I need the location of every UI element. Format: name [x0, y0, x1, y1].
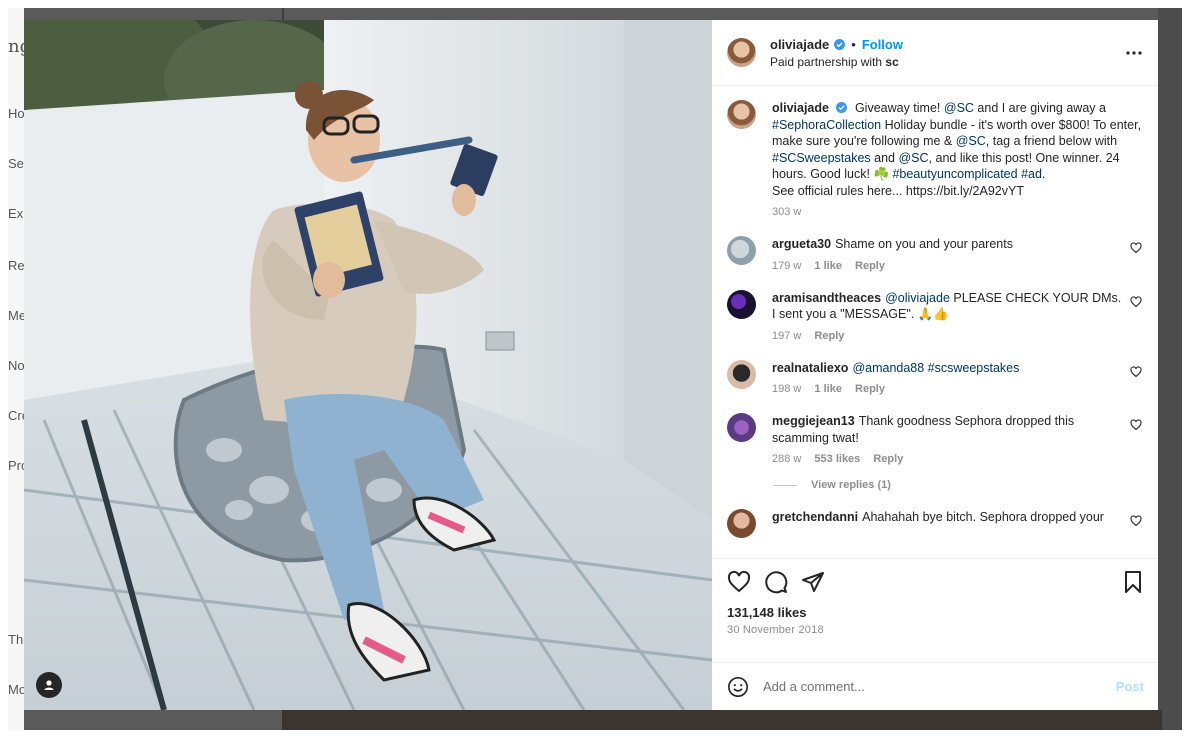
comment-item: meggiejean13 Thank goodness Sephora dropp… [727, 413, 1144, 465]
replies-divider [773, 484, 797, 486]
more-options-icon[interactable] [1124, 43, 1144, 63]
caption-tag-link[interactable]: @SC [944, 101, 974, 115]
comment-likes[interactable]: 553 likes [814, 453, 860, 465]
background-nav-fragment: Re [8, 258, 25, 273]
background-grid-tile [282, 710, 1162, 730]
avatar[interactable] [727, 100, 756, 129]
comment-username[interactable]: argueta30 [772, 237, 831, 251]
avatar[interactable] [727, 236, 756, 265]
partner-link[interactable]: sc [885, 55, 898, 69]
comment-text: Shame on you and your parents [835, 237, 1013, 251]
avatar[interactable] [727, 509, 756, 538]
reply-button[interactable]: Reply [855, 383, 885, 395]
comment-mention[interactable]: @amanda88 #scsweepstakes [852, 361, 1019, 375]
comment-icon[interactable] [764, 570, 788, 594]
bookmark-icon[interactable] [1122, 570, 1144, 594]
comment-time: 197 w [772, 329, 802, 342]
caption-tag-link[interactable]: #ad [1021, 167, 1042, 181]
comment-item: argueta30 Shame on you and your parents 1… [727, 236, 1144, 272]
comment-username[interactable]: aramisandtheaces [772, 291, 881, 305]
post-actions: 131,148 likes 30 November 2018 [712, 558, 1158, 662]
comment-username[interactable]: meggiejean13 [772, 414, 855, 428]
comments-list[interactable]: oliviajade Giveaway time! @SC and I are … [712, 86, 1158, 558]
caption-text: oliviajade Giveaway time! @SC and I are … [772, 100, 1144, 199]
caption-tag-link[interactable]: #SCSweepstakes [772, 151, 871, 165]
caption-tag-link[interactable]: @SC [898, 151, 928, 165]
comment-time: 179 w [772, 259, 802, 272]
comment-username[interactable]: gretchendanni [772, 510, 858, 524]
reply-button[interactable]: Reply [814, 330, 844, 342]
post-date: 30 November 2018 [727, 624, 824, 636]
avatar[interactable] [727, 413, 756, 442]
post-details-panel: oliviajade • Follow Paid partnership wit… [712, 20, 1158, 710]
background-nav-fragment: Th [8, 632, 24, 647]
caption-username[interactable]: oliviajade [772, 101, 829, 115]
verified-badge-icon [834, 38, 846, 50]
comment-input[interactable] [763, 679, 1116, 694]
share-icon[interactable] [801, 570, 825, 594]
comment-time: 288 w [772, 453, 802, 465]
caption-tag-link[interactable]: @SC [956, 134, 986, 148]
heart-icon[interactable] [1130, 515, 1142, 527]
post-comment-button[interactable]: Post [1116, 679, 1144, 694]
comment-likes[interactable]: 1 like [814, 260, 842, 272]
comment-item: realnataliexo @amanda88 #scsweepstakes 19… [727, 359, 1144, 395]
emoji-icon[interactable] [727, 676, 749, 698]
author-info: oliviajade • Follow Paid partnership wit… [770, 37, 1124, 69]
view-replies-button[interactable]: View replies (1) [773, 479, 1144, 491]
separator-dot: • [851, 36, 856, 52]
caption-text-segment: , tag a friend below with [985, 134, 1118, 148]
heart-icon[interactable] [1130, 295, 1142, 308]
paid-partnership-label: Paid partnership with sc [770, 55, 1124, 69]
post-photo[interactable] [24, 20, 712, 710]
partnership-prefix: Paid partnership with [770, 54, 883, 69]
avatar[interactable] [727, 359, 756, 389]
verified-badge-icon [836, 102, 848, 113]
comment-username[interactable]: realnataliexo [772, 361, 848, 375]
heart-icon[interactable] [1130, 242, 1142, 254]
avatar[interactable] [727, 289, 756, 319]
background-nav-fragment: No [8, 358, 25, 373]
caption-text-segment: . [1041, 167, 1046, 181]
add-comment-bar: Post [712, 662, 1158, 710]
view-replies-label: View replies (1) [811, 479, 891, 491]
reply-button[interactable]: Reply [873, 453, 903, 465]
author-username[interactable]: oliviajade [770, 37, 829, 52]
caption-tag-link[interactable]: #beautyuncomplicated [892, 167, 1017, 181]
caption-tag-link[interactable]: #SephoraCollection [772, 118, 881, 132]
comment-item: aramisandtheaces @oliviajade PLEASE CHECK… [727, 289, 1144, 342]
comment-item: gretchendanni Ahahahah bye bitch. Sephora… [727, 509, 1144, 538]
background-grid-tile [1158, 8, 1182, 730]
heart-icon[interactable] [727, 570, 751, 594]
background-sidebar: ng Ho Se Exp Re Me No Cre Pro Th Mo [8, 8, 31, 730]
user-tag-icon[interactable] [36, 672, 62, 698]
caption-text-segment: Giveaway time! [854, 101, 944, 115]
caption: oliviajade Giveaway time! @SC and I are … [727, 100, 1144, 218]
avatar[interactable] [727, 38, 756, 67]
follow-button[interactable]: Follow [862, 37, 903, 52]
heart-icon[interactable] [1130, 419, 1142, 431]
comment-text: Ahahahah bye bitch. Sephora dropped your [862, 510, 1104, 524]
heart-icon[interactable] [1130, 365, 1142, 378]
likes-count[interactable]: 131,148 likes [727, 605, 1144, 620]
post-image [24, 20, 712, 710]
reply-button[interactable]: Reply [855, 260, 885, 272]
caption-age: 303 w [772, 206, 802, 218]
caption-text-segment: and I are giving away a [973, 101, 1106, 115]
caption-text-segment: and [870, 150, 899, 165]
caption-rules-line: See official rules here... https://bit.l… [772, 183, 1024, 198]
comment-mention[interactable]: @oliviajade [885, 291, 950, 305]
background-nav-fragment: Se [8, 156, 24, 171]
background-nav-fragment: Ho [8, 106, 25, 121]
comment-likes[interactable]: 1 like [814, 383, 842, 395]
post-header: oliviajade • Follow Paid partnership wit… [712, 20, 1158, 86]
comment-time: 198 w [772, 383, 802, 395]
background-grid-gap [282, 8, 284, 20]
